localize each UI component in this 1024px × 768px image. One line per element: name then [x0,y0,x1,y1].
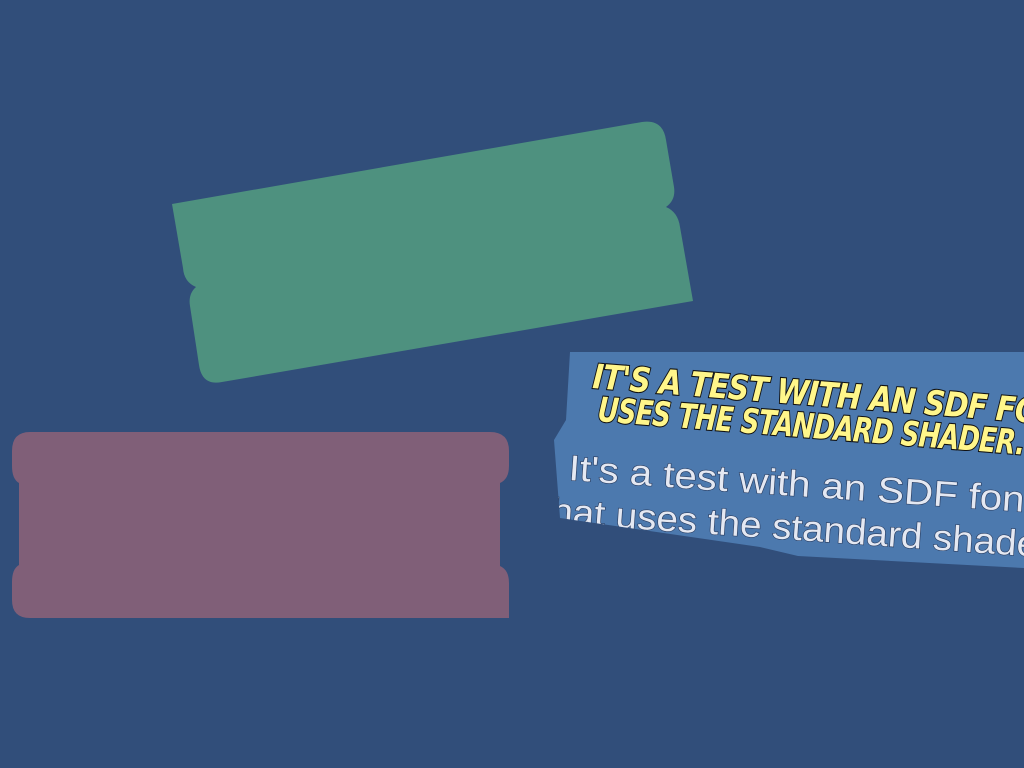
purple-panel [12,432,509,618]
green-panel [172,121,693,383]
scene: It's a test with an SDF font that uses t… [12,121,1024,618]
